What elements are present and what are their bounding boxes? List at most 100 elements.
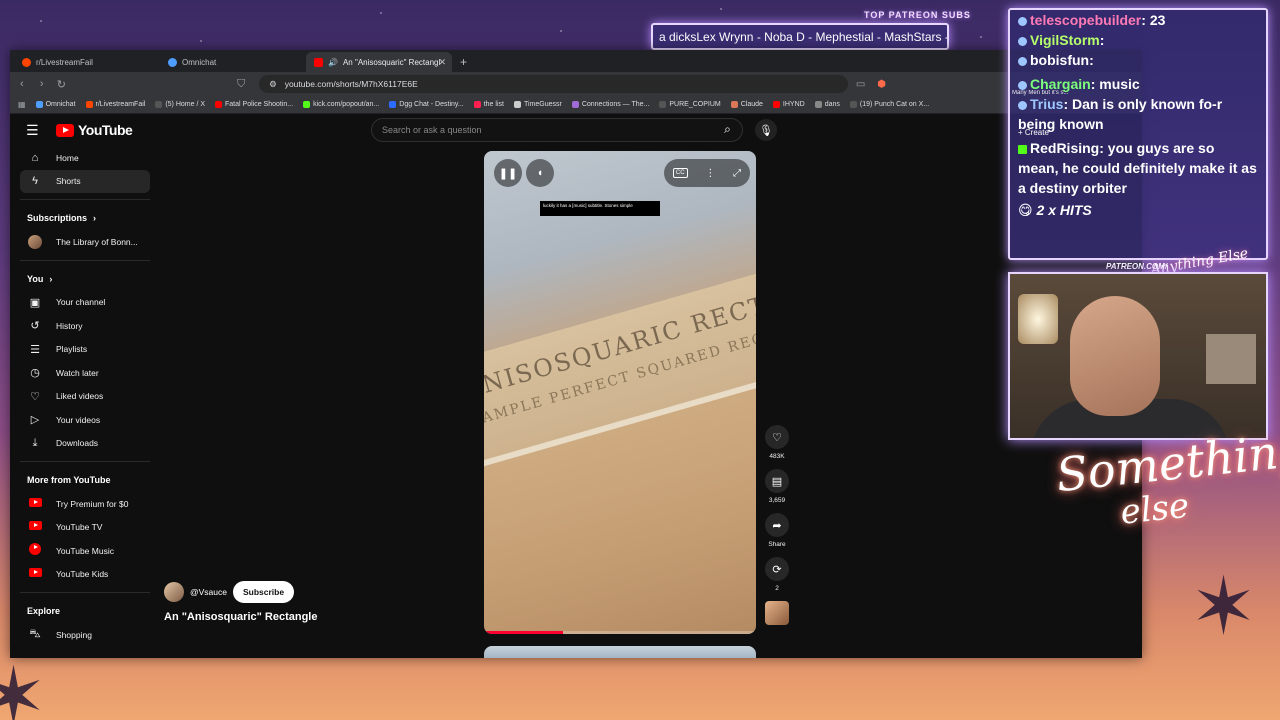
apps-icon[interactable]: ▦ [18,100,26,109]
sidebar-item-youtube-music[interactable]: YouTube Music [20,539,150,563]
sidebar-item-playlists[interactable]: ☰ Playlists [20,338,150,362]
search-input[interactable]: Search or ask a question ⌕ [371,118,743,142]
like-icon[interactable]: ♡ [765,425,789,449]
sidebar-item-history[interactable]: ↺ History [20,314,150,338]
search-icon[interactable]: ⌕ [719,122,736,139]
bookmark-item[interactable]: Omnichat [35,101,76,108]
subscribe-button[interactable]: Subscribe [232,581,295,603]
site-info-icon[interactable]: ⚙ [269,79,277,90]
you-heading[interactable]: You › [10,267,160,291]
bookmark-icon[interactable]: ⛉ [235,78,247,91]
platform-icon [1018,36,1027,46]
youtube-logo[interactable]: YouTube [56,122,133,138]
channel-avatar [28,234,42,249]
subscriptions-heading[interactable]: Subscriptions › [10,206,160,230]
channel-row: @Vsauce Subscribe [164,581,295,603]
mic-icon[interactable]: 🎙 [755,119,777,141]
bookmark-item[interactable]: Connections — The... [571,101,649,108]
reload-icon[interactable]: ↻ [56,78,68,91]
next-short-preview[interactable] [484,646,756,658]
sidebar-item-label: Shopping [56,629,92,640]
sidebar-item-subscription[interactable]: The Library of Bonn... [20,230,150,254]
tab-omnichat[interactable]: Omnichat [160,52,306,72]
share-icon[interactable]: ➦ [765,513,789,537]
bookmark-label: Dgg Chat - Destiny... [399,101,464,108]
cast-icon[interactable]: ▭ [856,79,865,90]
tab-strip: r/LivestreamFail Omnichat 🔊 An "Anisosqu… [10,50,1142,72]
divider [20,592,150,593]
sidebar-item-label: Watch later [56,367,99,378]
create-label: Create [1024,128,1049,137]
omnibox[interactable]: ⚙ youtube.com/shorts/M7hX6117E6E [259,75,848,93]
bookmark-item[interactable]: (19) Punch Cat on X... [849,101,929,108]
tab-youtube-short[interactable]: 🔊 An "Anisosquaric" Rectangl ✕ [306,52,452,72]
sidebar-item-liked-videos[interactable]: ♡ Liked videos [20,385,150,409]
captions-icon[interactable]: CC [672,168,688,178]
chevron-right-icon: › [93,213,97,223]
bookmark-item[interactable]: Dgg Chat - Destiny... [389,101,464,108]
bookmark-item[interactable]: Fatal Police Shootin... [215,101,293,108]
bookmark-item[interactable]: (5) Home / X [155,101,205,108]
sidebar-item-shorts[interactable]: ϟ Shorts [20,169,150,193]
address-bar-row: ‹ › ↻ ⛉ ⚙ youtube.com/shorts/M7hX6117E6E… [10,72,1142,96]
sidebar-item-watch-later[interactable]: ◷ Watch later [20,361,150,385]
shorts-video-player[interactable]: ANISOSQUARIC RECTANGLE AMPLE PERFECT SQU… [484,151,756,634]
bookmark-item[interactable]: dans [814,101,840,108]
chat-username: RedRising [1030,140,1100,156]
sidebar-item-your-videos[interactable]: ▷ Your videos [20,408,150,432]
extension-icon[interactable]: ⬢ [877,79,886,90]
create-button[interactable]: + Create [1018,128,1049,137]
pause-icon[interactable]: ❚❚ [494,159,522,187]
bookmark-item[interactable]: PURE_COPIUM [659,101,721,108]
webcam-feed [1008,272,1268,440]
your-videos-icon: ▷ [30,414,40,427]
back-icon[interactable]: ‹ [16,78,28,90]
bookmark-favicon [772,101,780,108]
menu-icon[interactable]: ☰ [26,122,42,139]
channel-avatar[interactable] [164,582,184,602]
close-tab-icon[interactable]: ✕ [438,57,446,68]
tab-livestreamfail[interactable]: r/LivestreamFail [14,52,160,72]
sidebar-item-your-channel[interactable]: ▣ Your channel [20,291,150,315]
bookmark-item[interactable]: kick.com/popout/an... [303,101,379,108]
video-progress-bar[interactable] [484,631,756,634]
forward-icon[interactable]: › [36,78,48,90]
bookmark-item[interactable]: TimeGuessr [513,101,562,108]
bookmark-label: TimeGuessr [523,101,562,108]
sidebar-item-youtube-tv[interactable]: YouTube TV [20,516,150,540]
chat-message: Trius: Dan is only known fo-r being know… [1018,94,1258,134]
video-title[interactable]: An "Anisosquaric" Rectangle [164,611,317,623]
comment-icon[interactable]: ▤ [765,469,789,493]
patreon-url: PATREON.COM/ [1106,262,1168,271]
channel-name[interactable]: @Vsauce [190,587,227,597]
video-caption: luckily it has a [music] subtitle. Stone… [540,201,660,216]
volume-icon[interactable]: ◖ [526,159,554,187]
chat-text: : music [1090,76,1140,92]
home-icon: ⌂ [31,151,39,164]
bookmark-label: Omnichat [45,101,76,108]
sidebar-item-downloads[interactable]: ⤓ Downloads [20,432,150,456]
plus-icon: + [1018,128,1023,137]
divider [20,199,150,200]
fullscreen-icon[interactable]: ⤢ [733,168,741,179]
remix-count: 2 [775,585,779,592]
platform-icon [1018,80,1027,90]
remix-icon[interactable]: ⟳ [765,557,789,581]
sidebar-item-premium[interactable]: Try Premium for $0 [20,492,150,516]
hits-counter: 😋 2 x HITS [1018,202,1258,219]
new-tab-button[interactable]: + [452,55,475,72]
sidebar-item-youtube-kids[interactable]: YouTube Kids [20,563,150,587]
bookmark-item[interactable]: Claude [730,101,763,108]
more-options-icon[interactable]: ⋮ [705,168,715,179]
bookmark-item[interactable]: r/LivestreamFail [85,101,145,108]
sidebar-item-home[interactable]: ⌂ Home [20,146,150,170]
channel-thumb-action [764,601,790,625]
sidebar-item-shopping[interactable]: ⛍ Shopping [20,623,150,647]
bookmark-favicon [571,101,579,108]
patreon-ticker: a dicksLex Wrynn - Noba D - Mephestial -… [651,23,949,50]
channel-avatar-thumb[interactable] [765,601,789,625]
bookmark-item[interactable]: IHYND [772,101,805,108]
share-action: ➦ Share [764,513,790,548]
bookmark-label: Fatal Police Shootin... [225,101,294,108]
bookmark-item[interactable]: the list [473,101,504,108]
